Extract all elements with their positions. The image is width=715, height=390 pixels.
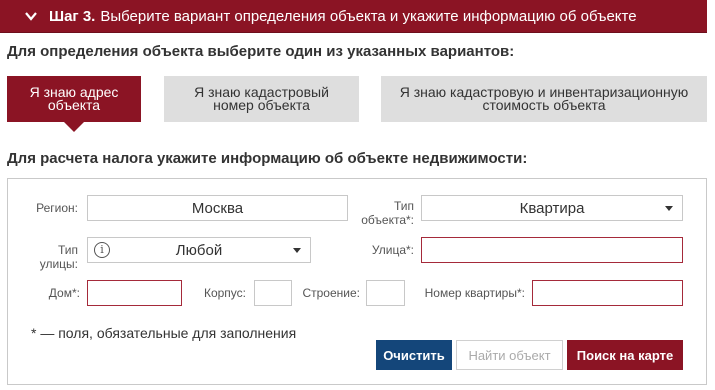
variants-heading: Для определения объекта выберите один из… xyxy=(7,43,515,60)
house-input[interactable] xyxy=(87,280,182,306)
tab-address[interactable]: Я знаю адрес объекта xyxy=(7,76,141,132)
street-type-value: Любой xyxy=(175,241,223,259)
street-type-select[interactable]: i Любой xyxy=(87,237,311,263)
clear-button[interactable]: Очистить xyxy=(376,340,452,370)
street-input[interactable] xyxy=(421,237,683,263)
dropdown-caret-icon xyxy=(293,248,301,253)
object-type-label: Тип объекта*: xyxy=(340,199,414,227)
tab-cadastral-value-line2: стоимость объекта xyxy=(482,97,606,113)
step-number: Шаг 3. xyxy=(49,7,96,25)
region-label: Регион: xyxy=(36,201,78,215)
map-search-button[interactable]: Поиск на карте xyxy=(567,340,683,370)
tab-cadastral-number[interactable]: Я знаю кадастровый номер объекта xyxy=(164,76,359,122)
street-type-label: Тип улицы: xyxy=(20,243,78,271)
tab-cadastral-value[interactable]: Я знаю кадастровую и инвентаризационную … xyxy=(381,76,707,122)
region-field[interactable]: Москва xyxy=(87,195,348,221)
find-object-button[interactable]: Найти объект xyxy=(456,340,563,370)
object-type-value: Квартира xyxy=(519,199,585,217)
structure-input[interactable] xyxy=(366,280,405,306)
street-label: Улица*: xyxy=(371,243,414,257)
info-heading: Для расчета налога укажите информацию об… xyxy=(7,150,528,167)
object-type-label-line1: Тип xyxy=(393,199,414,213)
chevron-down-icon xyxy=(25,12,37,21)
building-label: Корпус: xyxy=(203,286,246,300)
region-value: Москва xyxy=(191,199,244,217)
tab-cadastral-number-line2: номер объекта xyxy=(213,97,310,113)
tab-address-line2: объекта xyxy=(47,97,101,113)
street-type-label-line2: улицы: xyxy=(39,257,78,271)
info-icon[interactable]: i xyxy=(94,242,110,258)
active-tab-pointer xyxy=(64,122,84,132)
required-note: * — поля, обязательные для заполнения xyxy=(31,325,297,341)
street-type-label-line1: Тип xyxy=(57,243,78,257)
apartment-label: Номер квартиры*: xyxy=(424,286,525,300)
apartment-input[interactable] xyxy=(532,280,683,306)
step-header[interactable]: Шаг 3. Выберите вариант определения объе… xyxy=(0,0,707,33)
dropdown-caret-icon xyxy=(665,206,673,211)
step-title: Выберите вариант определения объекта и у… xyxy=(100,7,637,25)
object-type-label-line2: объекта*: xyxy=(361,213,414,227)
house-label: Дом*: xyxy=(48,286,80,300)
building-input[interactable] xyxy=(254,280,292,306)
object-type-select[interactable]: Квартира xyxy=(421,195,683,221)
structure-label: Строение: xyxy=(302,286,360,300)
